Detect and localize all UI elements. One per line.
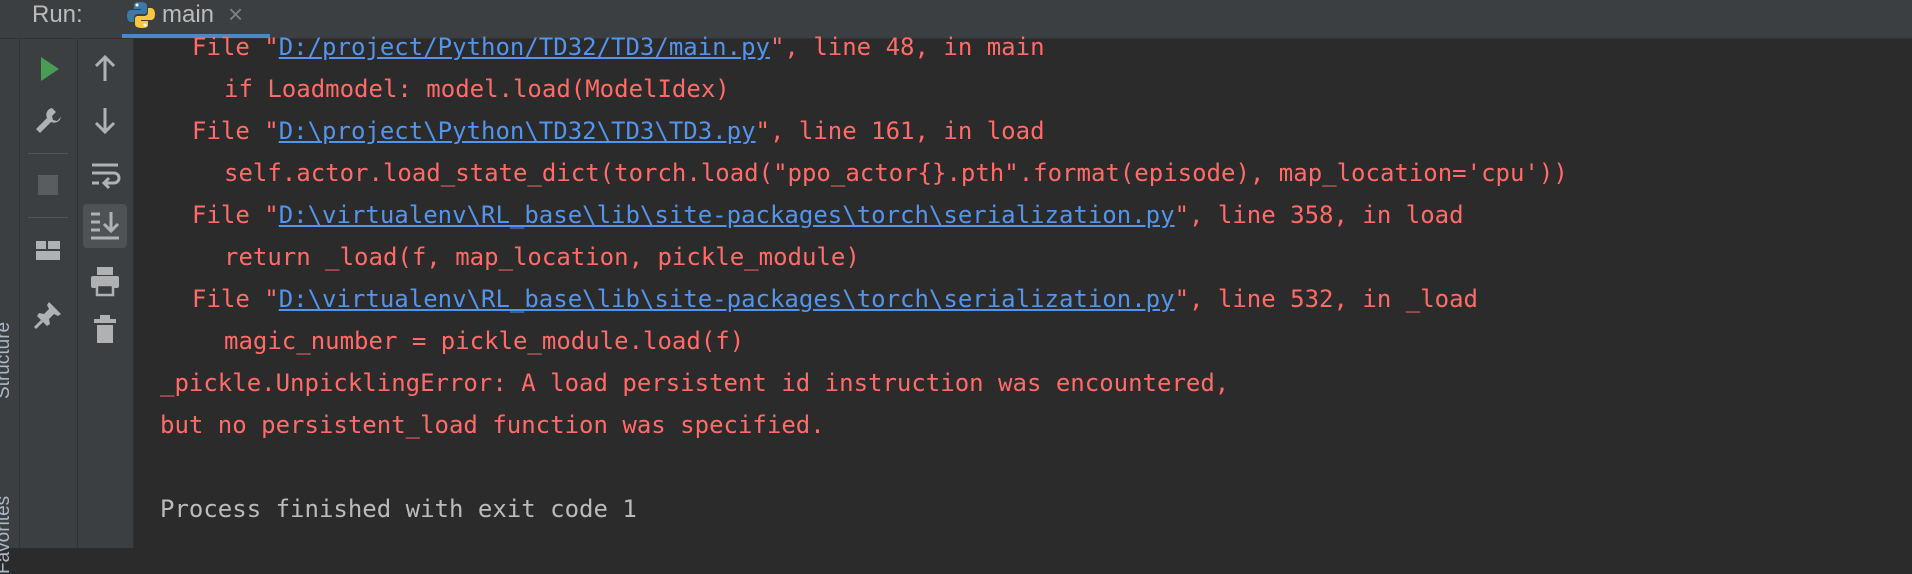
pin-icon[interactable] <box>30 297 66 333</box>
traceback-code-line: if Loadmodel: model.load(ModelIdex) <box>224 75 730 103</box>
traceback-frame-line: File "D:\project\Python\TD32\TD3\TD3.py"… <box>192 117 1045 145</box>
console-actions-toolbar <box>78 39 134 548</box>
side-tab-favorites[interactable]: Favorites <box>0 496 15 574</box>
run-actions-toolbar <box>20 39 78 548</box>
toolbar-separator <box>28 217 68 218</box>
run-icon[interactable] <box>30 51 66 87</box>
traceback-code-line: return _load(f, map_location, pickle_mod… <box>224 243 860 271</box>
stop-icon[interactable] <box>30 167 66 203</box>
trash-icon[interactable] <box>87 311 123 347</box>
file-link[interactable]: D:\project\Python\TD32\TD3\TD3.py <box>279 117 756 145</box>
print-icon[interactable] <box>87 263 123 299</box>
layout-icon[interactable] <box>30 233 66 269</box>
file-link[interactable]: D:\virtualenv\RL_base\lib\site-packages\… <box>279 201 1175 229</box>
run-label: Run: <box>32 1 83 28</box>
traceback-frame-line: File "D:\virtualenv\RL_base\lib\site-pac… <box>192 285 1478 313</box>
soft-wrap-icon[interactable] <box>87 157 123 193</box>
wrench-icon[interactable] <box>30 102 66 138</box>
file-link[interactable]: D:\virtualenv\RL_base\lib\site-packages\… <box>279 285 1175 313</box>
traceback-code-line: magic_number = pickle_module.load(f) <box>224 327 745 355</box>
down-arrow-icon[interactable] <box>87 102 123 138</box>
error-message-line: but no persistent_load function was spec… <box>160 411 825 439</box>
file-link[interactable]: D:/project/Python/TD32/TD3/main.py <box>279 33 770 61</box>
side-tab-structure[interactable]: Structure <box>0 322 15 399</box>
traceback-frame-line: File "D:\virtualenv\RL_base\lib\site-pac… <box>192 201 1464 229</box>
traceback-code-line: self.actor.load_state_dict(torch.load("p… <box>224 159 1568 187</box>
exit-status-line: Process finished with exit code 1 <box>160 495 637 523</box>
scroll-to-end-icon[interactable] <box>83 204 127 248</box>
up-arrow-icon[interactable] <box>87 51 123 87</box>
python-icon <box>126 0 156 30</box>
traceback-frame-line: File "D:/project/Python/TD32/TD3/main.py… <box>192 33 1045 61</box>
side-tool-strip: Structure Favorites <box>0 39 20 574</box>
tab-title: main <box>162 1 215 28</box>
toolbar-separator <box>28 153 68 154</box>
console-output[interactable]: File "D:/project/Python/TD32/TD3/main.py… <box>160 26 1900 530</box>
error-message-line: _pickle.UnpicklingError: A load persiste… <box>160 369 1230 397</box>
